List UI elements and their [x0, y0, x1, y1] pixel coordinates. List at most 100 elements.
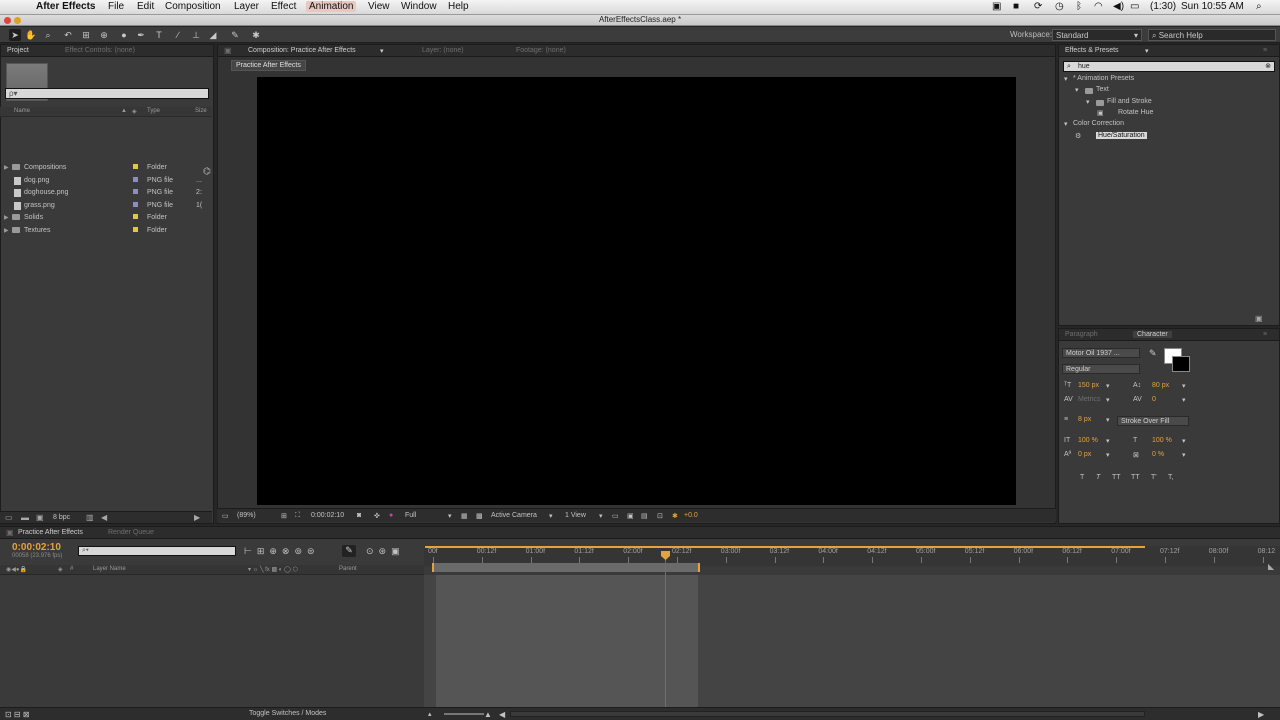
tab-paragraph[interactable]: Paragraph: [1065, 331, 1098, 338]
chevron-down-icon[interactable]: ▾: [1182, 382, 1186, 390]
stroke-mode-dropdown[interactable]: Stroke Over Fill: [1117, 416, 1189, 426]
show-channel-icon[interactable]: ●: [389, 512, 393, 519]
project-item-row[interactable]: doghouse.png PNG file 2:: [0, 188, 212, 200]
effects-search-input[interactable]: ⌕ hue ⊗: [1063, 61, 1275, 72]
time-machine-icon[interactable]: ◷: [1055, 1, 1064, 12]
project-item-row[interactable]: ▶ Solids Folder: [0, 213, 212, 225]
switches-icons[interactable]: ▾ ☼ ╲ fx ▩ ◐ ◯ ⬡: [248, 566, 298, 573]
camera-dropdown[interactable]: Active Camera: [491, 512, 537, 519]
spotlight-icon[interactable]: ⌕: [1256, 1, 1262, 12]
chevron-down-icon[interactable]: ▾: [1106, 382, 1110, 390]
effect-icon[interactable]: ⚙: [1075, 132, 1081, 140]
work-area-bar[interactable]: [432, 563, 700, 572]
graph-editor-icon[interactable]: ✎: [342, 545, 356, 557]
shape-tool-icon[interactable]: ●: [118, 29, 130, 41]
effects-tree-item[interactable]: Rotate Hue: [1118, 109, 1153, 116]
eyedropper-icon[interactable]: ✎: [1149, 348, 1157, 359]
faux-italic-button[interactable]: T: [1096, 474, 1100, 481]
current-time-indicator-line[interactable]: [665, 557, 666, 707]
menu-composition[interactable]: Composition: [165, 1, 221, 12]
snapshot-icon[interactable]: ◙: [357, 512, 361, 519]
camera-status-icon[interactable]: ▣: [992, 1, 1001, 12]
scroll-right-icon[interactable]: ▶: [194, 513, 200, 522]
menu-effect[interactable]: Effect: [271, 1, 296, 12]
trash-icon[interactable]: ▥: [86, 513, 94, 522]
exposure-value[interactable]: +0.0: [684, 512, 698, 519]
small-caps-button[interactable]: TT: [1131, 474, 1140, 481]
stroke-width-value[interactable]: 8 px: [1078, 416, 1091, 423]
menu-view[interactable]: View: [368, 1, 390, 12]
tab-menu-chevron-icon[interactable]: ▾: [1145, 47, 1149, 55]
label-color-chip[interactable]: [133, 189, 138, 195]
label-color-chip[interactable]: [133, 227, 138, 232]
column-layer-number[interactable]: #: [70, 566, 73, 572]
sync-icon[interactable]: ⟳: [1034, 1, 1042, 12]
search-help-input[interactable]: ⌕ Search Help: [1148, 29, 1276, 41]
tracking-value[interactable]: 0: [1152, 396, 1156, 403]
effects-tree-item[interactable]: Hue/Saturation: [1096, 131, 1147, 139]
tab-composition[interactable]: Composition: Practice After Effects: [248, 47, 356, 54]
tab-layer[interactable]: Layer: (none): [422, 47, 464, 54]
comp-marker-bin-icon[interactable]: ◣: [1268, 562, 1274, 571]
menu-edit[interactable]: Edit: [137, 1, 154, 12]
chevron-down-icon[interactable]: ▾: [599, 512, 603, 520]
disclosure-triangle-icon[interactable]: ▾: [1064, 75, 1068, 83]
disclosure-triangle-icon[interactable]: ▶: [4, 227, 9, 234]
lock-icon[interactable]: ▣: [224, 46, 232, 55]
tab-effect-controls[interactable]: Effect Controls: (none): [65, 47, 135, 54]
composition-viewer[interactable]: [257, 77, 1016, 505]
av-features-icons[interactable]: ◉◀●🔒: [6, 566, 27, 573]
chevron-down-icon[interactable]: ▾: [1182, 451, 1186, 459]
zoom-tool-icon[interactable]: ⌕: [42, 29, 54, 41]
effects-tree-item[interactable]: * Animation Presets: [1073, 75, 1134, 82]
preset-icon[interactable]: ▣: [1097, 109, 1104, 117]
selection-tool-icon[interactable]: ➤: [9, 29, 21, 41]
project-item-row[interactable]: dog.png PNG file...: [0, 176, 212, 188]
timeline-horizontal-scrollbar[interactable]: [510, 711, 1145, 717]
project-item-row[interactable]: grass.png PNG file 1(: [0, 201, 212, 213]
timeline-toggle-icon[interactable]: ▤: [641, 512, 648, 520]
chevron-down-icon[interactable]: ▾: [1106, 451, 1110, 459]
flowchart-icon[interactable]: ⌬: [203, 166, 211, 177]
column-layer-name[interactable]: Layer Name: [93, 566, 126, 572]
timeline-zoom-slider[interactable]: [444, 713, 484, 715]
chevron-down-icon[interactable]: ▾: [1106, 416, 1110, 424]
column-name[interactable]: Name: [14, 108, 30, 114]
fast-preview-icon[interactable]: ▣: [627, 512, 634, 520]
always-preview-icon[interactable]: ▭: [222, 512, 229, 520]
disclosure-triangle-icon[interactable]: ▶: [4, 214, 9, 221]
column-parent[interactable]: Parent: [339, 566, 357, 572]
scroll-left-icon[interactable]: ◀: [499, 710, 505, 719]
comp-breadcrumb[interactable]: Practice After Effects: [231, 60, 306, 71]
clone-stamp-tool-icon[interactable]: ⊥: [190, 29, 202, 41]
font-family-dropdown[interactable]: Motor Oil 1937 ...: [1062, 348, 1140, 358]
horizontal-scale-value[interactable]: 100 %: [1152, 437, 1172, 444]
label-color-chip[interactable]: [133, 201, 138, 207]
battery-icon[interactable]: ▭: [1130, 1, 1139, 12]
new-animation-preset-icon[interactable]: ▣: [1255, 314, 1263, 323]
roto-brush-tool-icon[interactable]: ✎: [229, 29, 241, 41]
sort-arrow-icon[interactable]: ▲: [121, 108, 127, 114]
stroke-color-swatch[interactable]: [1172, 356, 1190, 372]
font-style-dropdown[interactable]: Regular: [1062, 364, 1140, 374]
tab-menu-chevron-icon[interactable]: ▾: [380, 47, 384, 55]
tab-effects-presets[interactable]: Effects & Presets: [1065, 47, 1119, 54]
tab-practice-after-effects[interactable]: Practice After Effects: [18, 529, 83, 536]
effects-tree-item[interactable]: Fill and Stroke: [1107, 98, 1152, 105]
tsume-value[interactable]: 0 %: [1152, 451, 1164, 458]
label-column-icon[interactable]: ◈: [132, 108, 137, 115]
project-item-row[interactable]: ▶ Textures Folder: [0, 226, 212, 238]
tab-footage[interactable]: Footage: (none): [516, 47, 566, 54]
superscript-button[interactable]: T': [1151, 474, 1157, 481]
column-type[interactable]: Type: [147, 108, 160, 114]
clock[interactable]: Sun 10:55 AM: [1181, 1, 1244, 12]
disclosure-triangle-icon[interactable]: ▾: [1086, 98, 1090, 106]
timeline-search-input[interactable]: ⌕▾: [78, 546, 236, 556]
camera-tool-icon[interactable]: ⊞: [80, 29, 92, 41]
bluetooth-icon[interactable]: ᛒ: [1076, 1, 1082, 12]
resolution-dropdown[interactable]: Full: [405, 512, 416, 519]
menu-help[interactable]: Help: [448, 1, 469, 12]
flowchart-toggle-icon[interactable]: ⊡: [657, 512, 663, 520]
disclosure-triangle-icon[interactable]: ▾: [1064, 120, 1068, 128]
project-item-row[interactable]: ▶ Compositions Folder: [0, 163, 212, 175]
